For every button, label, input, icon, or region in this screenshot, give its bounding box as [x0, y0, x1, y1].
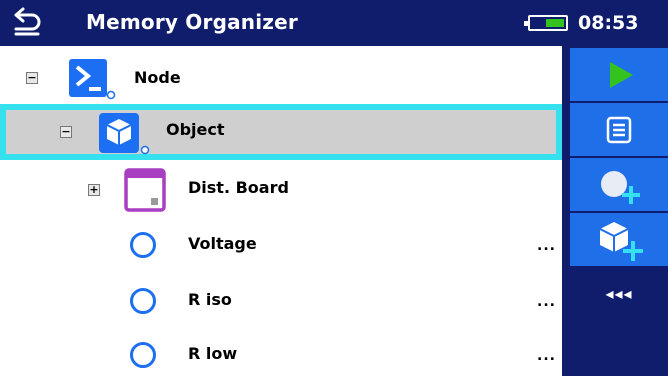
expand-toggle[interactable]: +: [88, 184, 100, 196]
dist-board-icon: [124, 168, 166, 212]
more-options-button[interactable]: ...: [537, 294, 556, 310]
node-terminal-icon: [69, 59, 116, 100]
list-icon: [606, 116, 632, 144]
tree-row-label: R iso: [188, 290, 232, 309]
clock: 08:53: [578, 12, 639, 34]
tree-row-r-low[interactable]: R low ...: [0, 330, 562, 376]
tree-row-label: Node: [134, 68, 181, 87]
more-options-button[interactable]: ...: [537, 238, 556, 254]
add-object-button[interactable]: [570, 213, 668, 266]
screen: Memory Organizer 08:53 − Node − Object +…: [0, 0, 668, 376]
object-cube-icon: [99, 113, 150, 155]
tree-row-node[interactable]: − Node: [0, 50, 562, 106]
back-arrow-icon[interactable]: [10, 6, 44, 38]
collapse-toggle[interactable]: −: [60, 126, 72, 138]
title-bar: Memory Organizer 08:53: [0, 0, 668, 46]
tree-row-object[interactable]: − Object: [0, 104, 562, 160]
tree-row-label: R low: [188, 344, 238, 363]
tree-row-label: Voltage: [188, 234, 257, 253]
tree-row-voltage[interactable]: Voltage ...: [0, 218, 562, 274]
tree-row-label: Object: [166, 120, 225, 139]
battery-icon: [524, 15, 568, 31]
more-arrows-icon: ◂◂◂: [605, 284, 633, 303]
play-icon: [610, 62, 633, 88]
measurement-circle-icon: [130, 288, 156, 314]
more-options-toolbar-button[interactable]: ◂◂◂: [570, 268, 668, 321]
memory-tree: − Node − Object + Dist. Board Voltage ..…: [0, 46, 562, 376]
right-toolbar: ◂◂◂: [562, 46, 668, 376]
add-node-icon: [601, 171, 640, 204]
tree-row-dist-board[interactable]: + Dist. Board: [0, 162, 562, 218]
battery-level-fill: [546, 19, 564, 27]
more-options-button[interactable]: ...: [537, 348, 556, 364]
view-list-button[interactable]: [570, 103, 668, 156]
measurement-circle-icon: [130, 232, 156, 258]
tree-row-r-iso[interactable]: R iso ...: [0, 274, 562, 330]
collapse-toggle[interactable]: −: [26, 72, 38, 84]
add-node-button[interactable]: [570, 158, 668, 211]
page-title: Memory Organizer: [86, 10, 298, 34]
start-test-button[interactable]: [570, 48, 668, 101]
measurement-circle-icon: [130, 342, 156, 368]
tree-row-label: Dist. Board: [188, 178, 289, 197]
add-object-icon: [599, 222, 643, 261]
